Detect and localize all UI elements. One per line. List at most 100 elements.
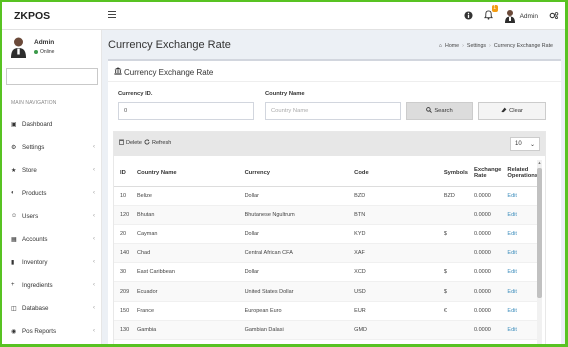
cell-symbol: € [437, 301, 468, 321]
delete-button[interactable]: Delete [119, 139, 142, 147]
cell-id: 30 [114, 262, 131, 283]
products-icon: ◐ [11, 190, 15, 196]
cell-symbol: BZD [437, 186, 468, 206]
table-row[interactable]: 120 Bhutan Bhutanese Ngultrum BTN 0.0000… [114, 205, 538, 225]
cell-currency: Dollar [238, 186, 349, 206]
breadcrumb-settings[interactable]: Settings [467, 43, 486, 49]
cell-country: East Caribbean [130, 262, 239, 283]
column-header-country-name[interactable]: Country Name [130, 160, 239, 187]
sidebar-item-pos-reports[interactable]: ◉ Pos Reports ‹ [2, 322, 102, 340]
menu-toggle-icon[interactable] [108, 11, 116, 19]
country-name-label: Country Name [265, 91, 305, 97]
table-row[interactable]: 130 Gambia Gambian Dalasi GMD 0.0000 Edi… [114, 320, 538, 341]
edit-link[interactable]: Edit [501, 320, 538, 341]
edit-link[interactable]: Edit [501, 301, 538, 321]
cell-symbol [437, 205, 468, 225]
currency-table: ID Country Name Currency Code Symbols Ex… [114, 160, 538, 341]
scroll-up-icon[interactable]: ▲ [537, 160, 542, 165]
edit-link[interactable]: Edit [501, 186, 538, 206]
sidebar-item-label: Users [22, 212, 39, 220]
edit-link[interactable]: Edit [501, 281, 538, 302]
home-icon: ⌂ [438, 43, 442, 49]
page-size-value: 10 [515, 141, 522, 147]
chevron-left-icon: ‹ [93, 236, 95, 242]
table-row[interactable]: 140 Chad Central African CFA XAF 0.0000 … [114, 243, 538, 264]
table-row[interactable]: 20 Cayman Dollar KYD $ 0.0000 Edit [114, 224, 538, 245]
refresh-icon [144, 139, 150, 147]
cell-country: Cayman [130, 224, 239, 245]
sidebar-item-ingredients[interactable]: + Ingredients ‹ [2, 276, 102, 294]
table-row[interactable]: 150 France European Euro EUR € 0.0000 Ed… [114, 301, 538, 321]
sidebar-item-products[interactable]: ◐ Products ‹ [2, 184, 102, 202]
user-icon: ☺ [11, 213, 18, 219]
sidebar-avatar [11, 37, 26, 58]
cell-country: Bhutan [130, 205, 239, 225]
chevron-left-icon: ‹ [93, 144, 95, 150]
sidebar-item-dashboard[interactable]: ▣ Dashboard [2, 115, 102, 133]
table-row[interactable]: 209 Ecuador United States Dollar USD $ 0… [114, 281, 538, 302]
sidebar-item-inventory[interactable]: ▮ Inventory ‹ [2, 253, 102, 271]
column-header-exchange-rate[interactable]: Exchange Rate [467, 160, 502, 187]
sidebar-item-accounts[interactable]: ▦ Accounts ‹ [2, 230, 102, 248]
currency-id-input[interactable] [118, 102, 254, 120]
cell-currency: European Euro [238, 301, 349, 321]
database-icon: ◫ [11, 305, 17, 312]
cell-currency: Bhutanese Ngultrum [238, 205, 349, 225]
page-size-select[interactable]: 10 ⌄ [510, 137, 540, 151]
edit-link[interactable]: Edit [501, 205, 538, 225]
cell-country: France [130, 301, 239, 321]
sidebar-item-label: Settings [22, 143, 45, 151]
cell-rate: 0.0000 [467, 301, 502, 321]
breadcrumb-home[interactable]: Home [445, 43, 459, 49]
column-header-currency[interactable]: Currency [238, 160, 349, 187]
search-button-label: Search [434, 108, 453, 114]
breadcrumb-separator: › [462, 43, 464, 49]
sidebar-item-label: Ingredients [22, 281, 53, 289]
online-status-label: Online [40, 49, 55, 55]
cell-code: USD [348, 281, 438, 302]
currency-grid: Delete Refresh 10 ⌄ ID Country Name Curr… [113, 131, 546, 344]
column-header-code[interactable]: Code [348, 160, 438, 187]
sidebar-user-name: Admin [34, 39, 55, 46]
table-row[interactable]: 30 East Caribbean Dollar XCD $ 0.0000 Ed… [114, 262, 538, 283]
edit-link[interactable]: Edit [501, 262, 538, 283]
online-status: Online [34, 49, 54, 55]
reports-icon: ◉ [11, 328, 17, 335]
grid-scrollbar[interactable]: ▲ ▼ [537, 160, 542, 344]
cell-country: Gambia [130, 320, 239, 341]
clear-button[interactable]: Clear [478, 102, 546, 120]
cell-rate: 0.0000 [467, 224, 502, 245]
column-header-id[interactable]: ID [114, 160, 131, 187]
scroll-thumb[interactable] [537, 168, 542, 298]
chevron-left-icon: ‹ [93, 305, 95, 311]
cell-currency: Gambian Dalasi [238, 320, 349, 341]
sidebar-item-label: Pos Reports [22, 327, 57, 335]
column-header-related-operations[interactable]: Related Operations [501, 160, 538, 187]
chevron-left-icon: ‹ [93, 190, 95, 196]
page-title: Currency Exchange Rate [108, 39, 231, 51]
edit-link[interactable]: Edit [501, 224, 538, 245]
settings-cog-icon[interactable] [549, 11, 559, 22]
brand-logo[interactable]: ZKPOS Restaurant [2, 2, 102, 50]
header-user-name: Admin [519, 12, 538, 20]
sidebar-item-users[interactable]: ☺ Users ‹ [2, 207, 102, 225]
sidebar-item-label: Inventory [22, 258, 48, 266]
sidebar-item-settings[interactable]: ⚙ Settings ‹ [2, 138, 102, 156]
notification-bell-icon[interactable]: 1 [483, 5, 498, 22]
search-button[interactable]: Search [406, 102, 473, 120]
info-icon[interactable] [464, 10, 473, 22]
trash-icon [119, 139, 124, 147]
app-frame: ZKPOS Restaurant 1 Admin Admin Online [0, 0, 568, 347]
sidebar: Admin Online MAIN NAVIGATION ▣ Dashboard … [2, 30, 102, 344]
chevron-down-icon: ⌄ [529, 141, 535, 148]
sidebar-item-database[interactable]: ◫ Database ‹ [2, 299, 102, 317]
column-header-symbols[interactable]: Symbols [437, 160, 468, 187]
user-menu[interactable]: Admin [504, 9, 538, 23]
sidebar-item-store[interactable]: ★ Store ‹ [2, 161, 102, 179]
country-name-input[interactable] [265, 102, 401, 120]
cell-rate: 0.0000 [467, 320, 502, 341]
table-row[interactable]: 10 Belize Dollar BZD BZD 0.0000 Edit [114, 186, 538, 206]
edit-link[interactable]: Edit [501, 243, 538, 264]
sidebar-search-input[interactable] [6, 68, 98, 85]
refresh-button[interactable]: Refresh [144, 139, 171, 147]
